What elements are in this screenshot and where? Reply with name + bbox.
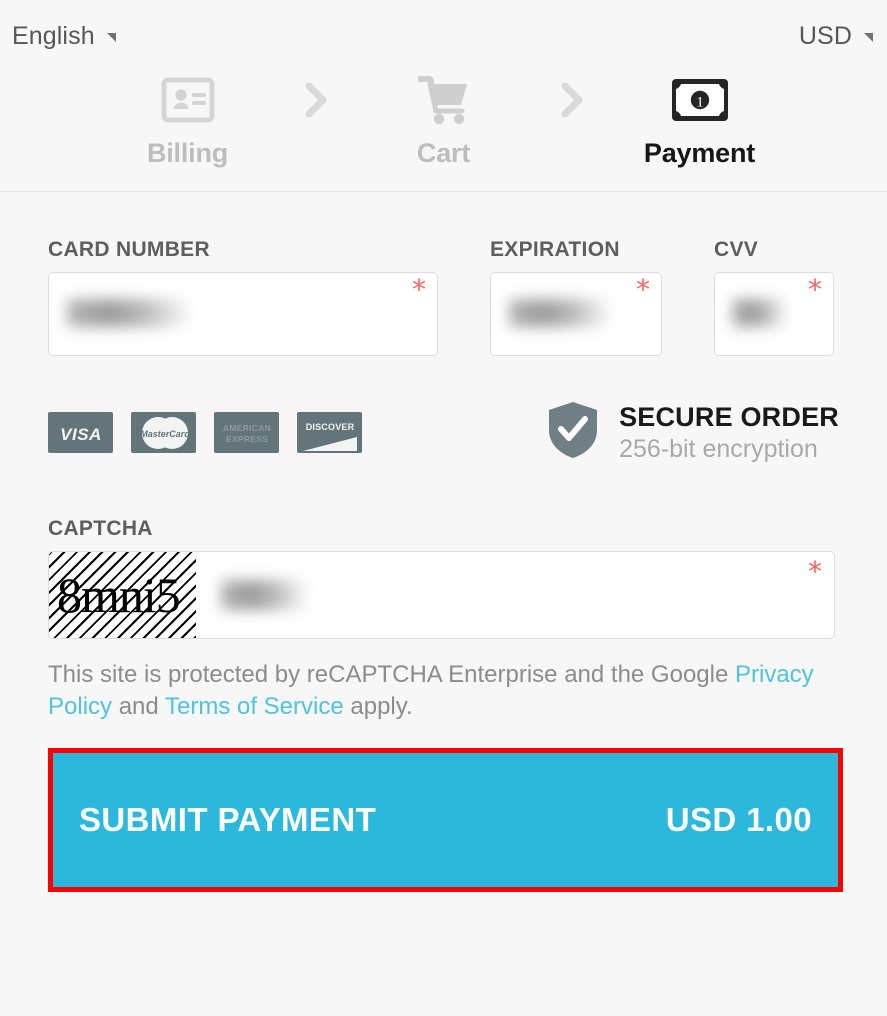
card-number-input[interactable]: * xyxy=(48,272,438,356)
step-payment-label: Payment xyxy=(643,138,756,168)
step-billing[interactable]: Billing xyxy=(93,72,283,169)
required-asterisk: * xyxy=(808,555,822,588)
card-fields-row: CARD NUMBER * EXPIRATION * CVV * xyxy=(48,238,839,356)
captcha-challenge-text: 8mni5 xyxy=(57,567,181,623)
accepted-card-brands: VISA MasterCard AMERICAN EXPRESS DISCOVE… xyxy=(48,412,362,453)
recaptcha-notice-text-after: apply. xyxy=(343,692,413,720)
locale-bar: English USD xyxy=(0,0,887,72)
shopping-cart-icon xyxy=(417,72,470,128)
step-billing-label: Billing xyxy=(146,138,229,168)
captcha-section: CAPTCHA 8mni5 * This site is protected b… xyxy=(48,517,839,722)
submit-payment-button[interactable]: SUBMIT PAYMENT USD 1.00 xyxy=(53,753,838,888)
chevron-right-icon xyxy=(539,72,605,128)
discover-logo: DISCOVER xyxy=(297,412,362,453)
brands-and-secure-row: VISA MasterCard AMERICAN EXPRESS DISCOVE… xyxy=(48,400,839,465)
svg-text:VISA: VISA xyxy=(60,425,102,444)
expiration-redacted-value xyxy=(509,299,613,327)
step-cart[interactable]: Cart xyxy=(349,72,539,169)
expiration-input[interactable]: * xyxy=(490,272,662,356)
payment-form: CARD NUMBER * EXPIRATION * CVV * VISA Ma… xyxy=(0,192,887,893)
required-asterisk: * xyxy=(636,273,650,306)
currency-selector[interactable]: USD xyxy=(799,22,873,51)
submit-payment-amount: USD 1.00 xyxy=(665,801,812,839)
cvv-field: CVV * xyxy=(714,238,834,356)
step-cart-label: Cart xyxy=(416,138,471,168)
recaptcha-notice: This site is protected by reCAPTCHA Ente… xyxy=(48,659,838,722)
svg-text:MasterCard: MasterCard xyxy=(140,429,190,439)
captcha-label: CAPTCHA xyxy=(48,517,153,540)
shield-check-icon xyxy=(547,400,599,465)
terms-of-service-link[interactable]: Terms of Service xyxy=(165,693,344,720)
secure-order-title: SECURE ORDER xyxy=(619,401,839,432)
secure-order-subtitle: 256-bit encryption xyxy=(619,435,818,464)
triangle-down-icon xyxy=(864,32,873,42)
svg-text:1: 1 xyxy=(696,94,704,110)
recaptcha-notice-text-middle: and xyxy=(112,692,165,720)
required-asterisk: * xyxy=(808,273,822,306)
language-selector[interactable]: English xyxy=(12,22,116,51)
cvv-input[interactable]: * xyxy=(714,272,834,356)
card-number-label: CARD NUMBER xyxy=(48,238,210,261)
cvv-redacted-value xyxy=(732,299,788,327)
captcha-input[interactable]: 8mni5 * xyxy=(48,551,835,639)
banknote-icon: 1 xyxy=(671,72,729,128)
submit-payment-highlight: SUBMIT PAYMENT USD 1.00 xyxy=(48,748,843,893)
card-number-redacted-value xyxy=(67,299,193,327)
cvv-label: CVV xyxy=(714,238,759,261)
triangle-down-icon xyxy=(106,32,116,42)
required-asterisk: * xyxy=(412,273,426,306)
card-number-field: CARD NUMBER * xyxy=(48,238,438,356)
secure-order-badge: SECURE ORDER 256-bit encryption xyxy=(547,400,839,465)
amex-logo: AMERICAN EXPRESS xyxy=(214,412,279,453)
svg-text:EXPRESS: EXPRESS xyxy=(225,434,267,444)
language-label: English xyxy=(12,21,95,50)
svg-text:AMERICAN: AMERICAN xyxy=(222,423,270,433)
captcha-challenge-image: 8mni5 xyxy=(49,552,196,638)
chevron-right-icon xyxy=(283,72,349,128)
captcha-redacted-value xyxy=(221,580,309,610)
captcha-field: CAPTCHA 8mni5 * xyxy=(48,517,839,639)
checkout-steps: Billing Cart 1 Payment xyxy=(0,72,887,192)
visa-logo: VISA xyxy=(48,412,113,453)
svg-text:DISCOVER: DISCOVER xyxy=(305,422,354,432)
expiration-label: EXPIRATION xyxy=(490,238,620,261)
step-payment[interactable]: 1 Payment xyxy=(605,72,795,169)
recaptcha-notice-text-before: This site is protected by reCAPTCHA Ente… xyxy=(48,661,735,688)
expiration-field: EXPIRATION * xyxy=(490,238,662,356)
submit-payment-label: SUBMIT PAYMENT xyxy=(79,801,377,839)
mastercard-logo: MasterCard xyxy=(131,412,196,453)
id-card-icon xyxy=(161,72,215,128)
currency-label: USD xyxy=(798,21,852,50)
